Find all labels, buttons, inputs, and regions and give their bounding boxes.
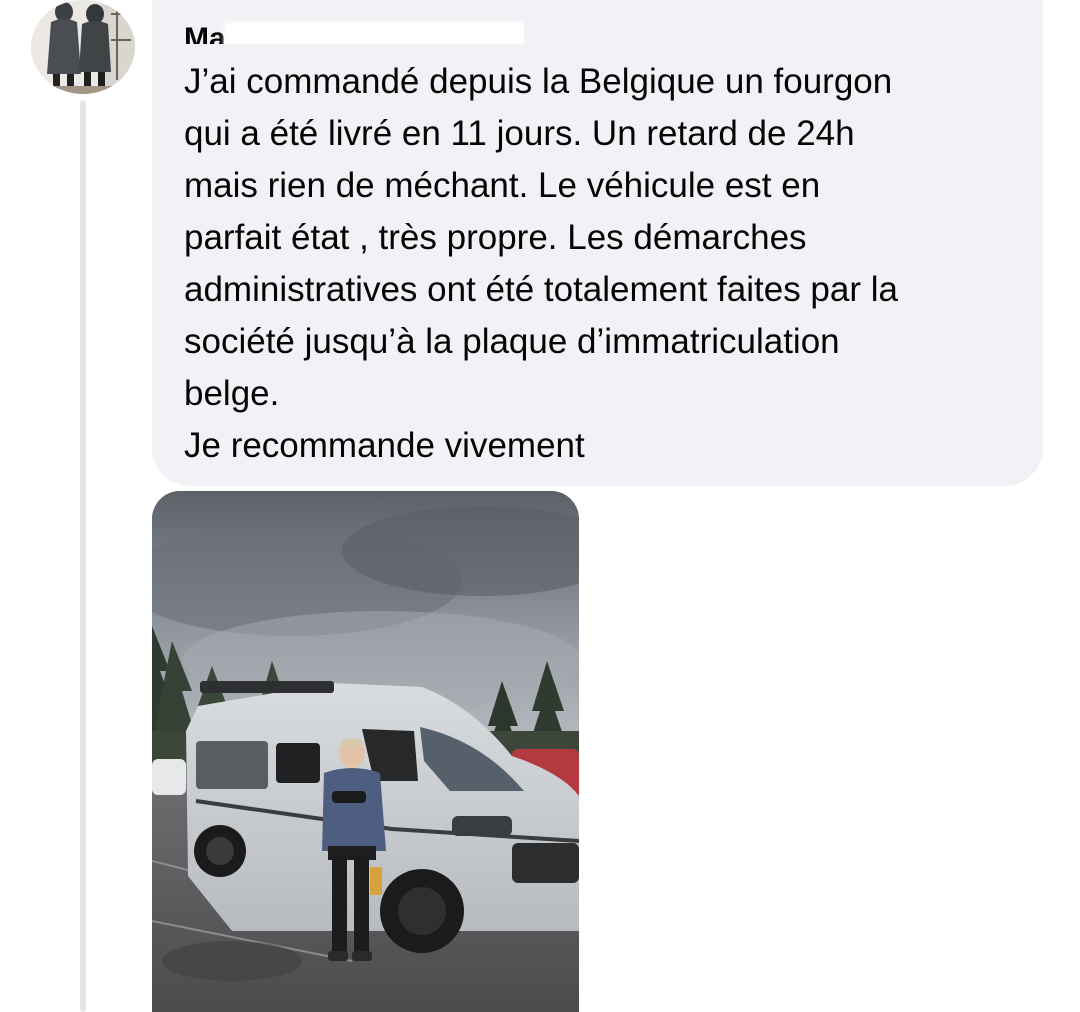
- comment-line: société jusqu’à la plaque d’immatriculat…: [184, 322, 840, 361]
- comment-line: parfait état , très propre. Les démarche…: [184, 218, 807, 257]
- comment-line: belge.: [184, 374, 280, 413]
- thread-connector-line: [80, 100, 86, 1012]
- author-name[interactable]: Marphisa T: [184, 14, 524, 44]
- comment-bubble: Marphisa T J’ai commandé depuis la Belgi…: [152, 0, 1043, 486]
- attached-photo[interactable]: [152, 491, 579, 1012]
- comment-line: J’ai commandé depuis la Belgique un four…: [184, 62, 893, 101]
- comment-line: Je recommande vivement: [184, 426, 585, 465]
- redaction-overlay: [224, 22, 524, 44]
- avatar-photo: [31, 0, 135, 94]
- comment-line: mais rien de méchant. Le véhicule est en: [184, 166, 821, 205]
- comment-text: J’ai commandé depuis la Belgique un four…: [184, 56, 1034, 472]
- van-photo: [152, 491, 579, 1012]
- avatar[interactable]: [31, 0, 135, 94]
- comment-line: administratives ont été totalement faite…: [184, 270, 898, 309]
- comment-line: qui a été livré en 11 jours. Un retard d…: [184, 114, 855, 153]
